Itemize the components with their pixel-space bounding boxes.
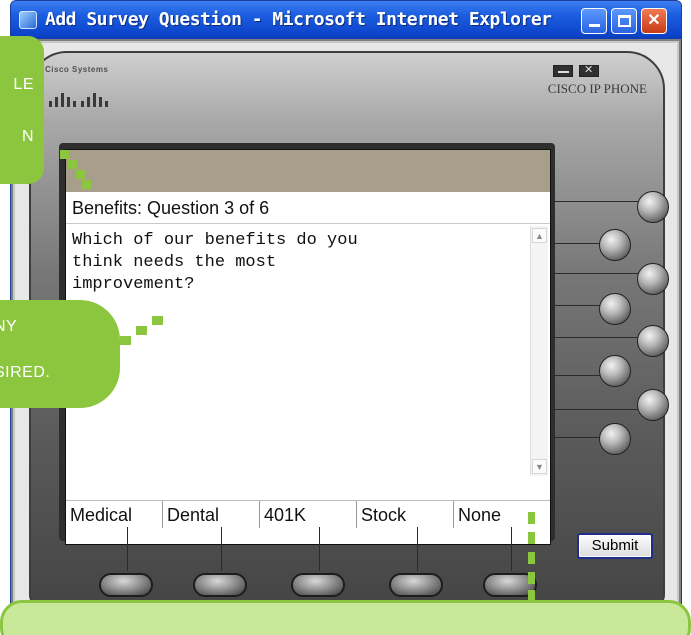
line-button-3[interactable]	[637, 263, 669, 295]
callout-top-left-line-1: LE	[13, 76, 34, 93]
cisco-logo: Cisco Systems	[45, 65, 125, 109]
phone-screen: Benefits: Question 3 of 6 Which of our b…	[65, 149, 551, 545]
softkey-button-401k[interactable]	[291, 573, 345, 597]
question-text[interactable]: Which of our benefits do you think needs…	[68, 226, 530, 476]
phone-model: CISCO IP PHONE	[547, 81, 647, 96]
phone-minimize-icon[interactable]	[553, 65, 573, 77]
maximize-button[interactable]	[611, 8, 637, 34]
callout-connector	[528, 512, 535, 524]
callout-connector	[60, 150, 69, 159]
callout-connector	[120, 336, 131, 345]
line-button-7[interactable]	[637, 389, 669, 421]
callout-middle-left: NY SIRED.	[0, 300, 120, 408]
cisco-bridge-icon	[45, 85, 115, 107]
softkey-button-dental[interactable]	[193, 573, 247, 597]
softkey-button-stock[interactable]	[389, 573, 443, 597]
callout-connector	[528, 552, 535, 564]
brand-name: Cisco Systems	[45, 65, 109, 74]
window-title: Add Survey Question - Microsoft Internet…	[45, 9, 552, 30]
minimize-button[interactable]	[581, 8, 607, 34]
callout-connector	[82, 180, 91, 189]
softkey-labels: Medical Dental 401K Stock None	[66, 500, 550, 528]
callout-connector	[104, 346, 115, 355]
callout-connector	[152, 316, 163, 325]
line-button-1[interactable]	[637, 191, 669, 223]
softkey-label-stock: Stock	[357, 501, 454, 528]
softkey-label-none: None	[454, 501, 550, 528]
maximize-icon	[618, 15, 631, 27]
question-scrollbar[interactable]: ▲ ▼	[530, 226, 548, 476]
ip-phone: Cisco Systems CISCO IP PHONE Benefits: Q…	[29, 51, 669, 607]
callout-connector	[528, 532, 535, 544]
callout-top-left: LE N	[0, 36, 44, 184]
callout-bottom	[0, 600, 691, 635]
line-button-2[interactable]	[599, 229, 631, 261]
softkey-label-medical: Medical	[66, 501, 163, 528]
softkey-label-401k: 401K	[260, 501, 357, 528]
callout-connector	[528, 572, 535, 584]
close-icon: ✕	[647, 12, 661, 29]
callout-middle-left-line-1: NY	[0, 318, 18, 335]
line-button-4[interactable]	[599, 293, 631, 325]
submit-button[interactable]: Submit	[577, 533, 653, 559]
callout-middle-left-line-2: SIRED.	[0, 364, 51, 381]
callout-connector	[136, 326, 147, 335]
line-button-5[interactable]	[637, 325, 669, 357]
title-bar[interactable]: Add Survey Question - Microsoft Internet…	[11, 1, 681, 39]
minimize-icon	[589, 24, 600, 27]
softkey-button-medical[interactable]	[99, 573, 153, 597]
softkey-label-dental: Dental	[163, 501, 260, 528]
line-button-6[interactable]	[599, 355, 631, 387]
scroll-down-icon[interactable]: ▼	[532, 459, 547, 474]
callout-connector	[76, 170, 85, 179]
callout-connector	[528, 590, 535, 600]
internet-explorer-icon	[19, 11, 37, 29]
screen-header-strip	[66, 150, 550, 192]
line-button-8[interactable]	[599, 423, 631, 455]
phone-close-icon[interactable]	[579, 63, 599, 77]
close-button[interactable]: ✕	[641, 8, 667, 34]
ie-window: Add Survey Question - Microsoft Internet…	[10, 0, 682, 615]
screen-title: Benefits: Question 3 of 6	[66, 192, 550, 224]
scroll-up-icon[interactable]: ▲	[532, 228, 547, 243]
callout-top-left-line-2: N	[21, 128, 34, 145]
callout-connector	[68, 160, 77, 169]
